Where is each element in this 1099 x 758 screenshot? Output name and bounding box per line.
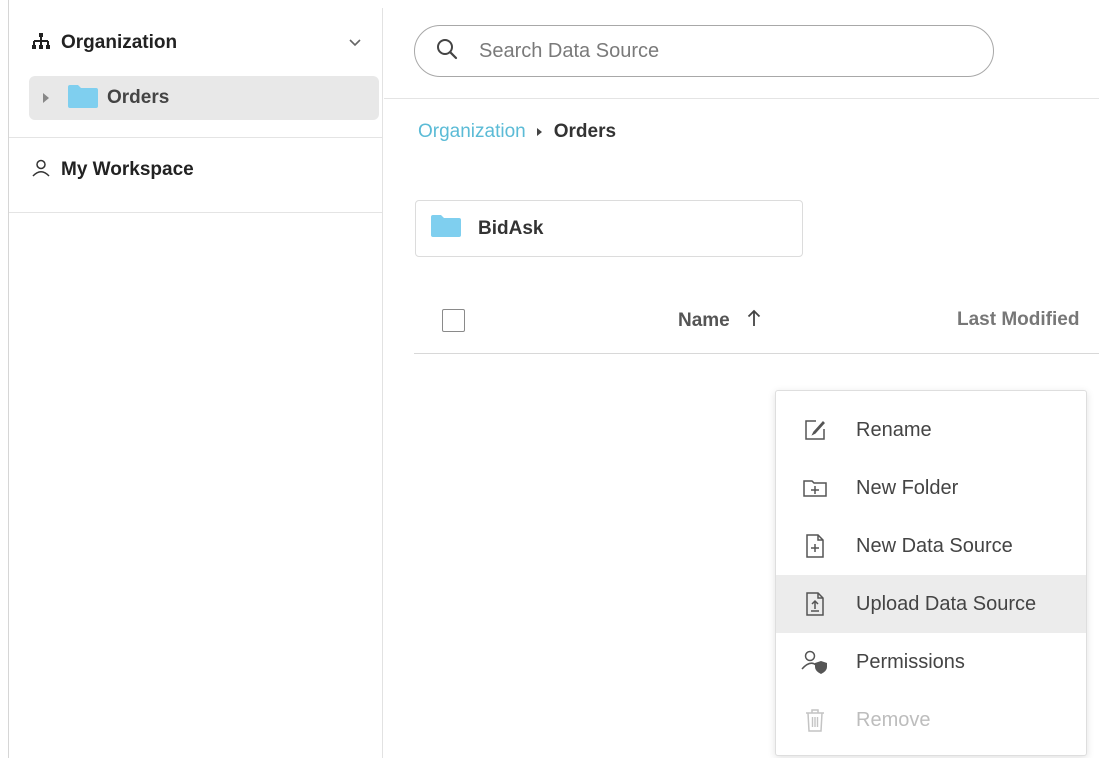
new-file-icon	[800, 531, 830, 561]
folder-card-bidask[interactable]: BidAsk	[415, 200, 803, 257]
permissions-icon	[800, 647, 830, 677]
select-all-checkbox[interactable]	[442, 309, 465, 332]
rename-icon	[800, 415, 830, 445]
folder-card-label: BidAsk	[478, 217, 544, 239]
trash-icon	[800, 705, 830, 735]
search-bar[interactable]	[414, 25, 994, 77]
sidebar-organization-section: Organization Orders	[9, 8, 382, 138]
hierarchy-icon	[31, 31, 51, 56]
sidebar-item-label: My Workspace	[61, 159, 194, 180]
caret-right-icon[interactable]	[43, 93, 49, 103]
sidebar-item-label: Organization	[61, 32, 178, 53]
menu-item-label: Permissions	[856, 650, 965, 673]
menu-item-label: New Data Source	[856, 534, 1013, 557]
breadcrumb-separator-icon	[536, 128, 542, 136]
menu-item-upload-data-source[interactable]: Upload Data Source	[776, 575, 1086, 633]
column-header-name[interactable]: Name	[678, 309, 762, 333]
sidebar: Organization Orders My Workspace	[9, 8, 383, 758]
column-header-last-modified[interactable]: Last Modified	[957, 309, 1079, 331]
column-header-label: Name	[678, 310, 730, 331]
search-icon	[435, 37, 459, 66]
menu-item-label: Rename	[856, 418, 932, 441]
breadcrumb-link-organization[interactable]: Organization	[418, 121, 526, 143]
folder-icon	[67, 83, 99, 114]
menu-item-permissions[interactable]: Permissions	[776, 633, 1086, 691]
sidebar-workspace-section: My Workspace	[9, 138, 382, 213]
divider	[384, 98, 1099, 99]
menu-item-label: Remove	[856, 708, 931, 731]
folder-icon	[430, 214, 462, 243]
menu-item-new-folder[interactable]: New Folder	[776, 459, 1086, 517]
menu-item-remove[interactable]: Remove	[776, 691, 1086, 749]
chevron-down-icon[interactable]	[347, 35, 363, 56]
search-input[interactable]	[479, 39, 959, 63]
new-folder-icon	[800, 473, 830, 503]
breadcrumb-current: Orders	[553, 121, 617, 142]
breadcrumb: Organization Orders	[418, 121, 616, 143]
table-header: Name Last Modified	[414, 298, 1099, 354]
sidebar-item-orders[interactable]: Orders	[29, 76, 379, 120]
upload-file-icon	[800, 589, 830, 619]
sidebar-item-my-workspace[interactable]: My Workspace	[9, 150, 383, 190]
menu-item-new-data-source[interactable]: New Data Source	[776, 517, 1086, 575]
sort-ascending-icon	[746, 309, 762, 333]
sidebar-item-organization[interactable]: Organization	[9, 26, 383, 60]
menu-item-rename[interactable]: Rename	[776, 401, 1086, 459]
menu-item-label: New Folder	[856, 476, 959, 499]
context-menu: Rename New Folder New Data Source Upload…	[775, 390, 1087, 756]
sidebar-item-label: Orders	[107, 87, 170, 108]
menu-item-label: Upload Data Source	[856, 592, 1037, 615]
user-icon	[31, 158, 51, 183]
